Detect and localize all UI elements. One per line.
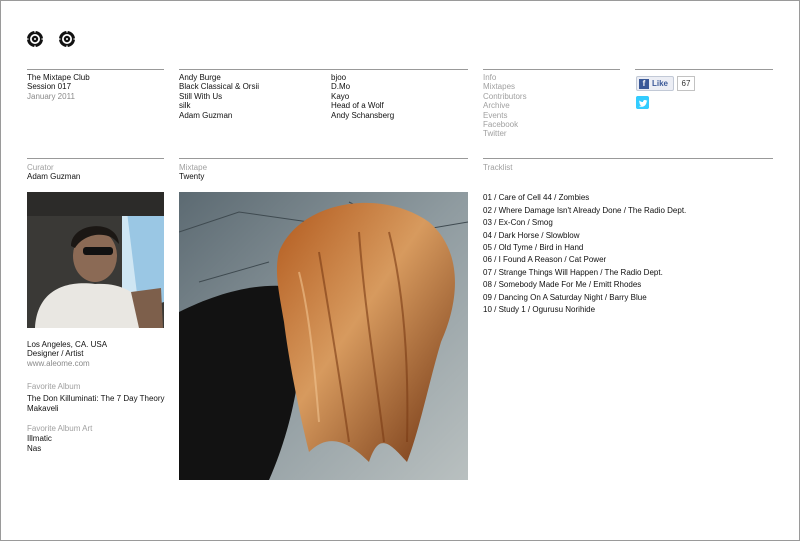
- mixtape-section: Mixtape Twenty: [179, 163, 207, 182]
- contributor-name[interactable]: Andy Schansberg: [331, 111, 394, 120]
- curator-heading: Curator: [27, 163, 54, 172]
- track-item[interactable]: 06 / I Found A Reason / Cat Power: [483, 254, 606, 266]
- main-nav: Info Mixtapes Contributors Archive Event…: [483, 73, 527, 139]
- track-item[interactable]: 10 / Study 1 / Ogurusu Norihide: [483, 304, 595, 316]
- like-label: Like: [652, 79, 669, 88]
- curator-photo: [27, 192, 164, 328]
- favorite-album-art-artist: Nas: [27, 443, 42, 453]
- divider: [27, 158, 164, 159]
- divider: [483, 69, 620, 70]
- facebook-like-button[interactable]: f Like: [636, 76, 674, 91]
- contributor-name[interactable]: Andy Burge: [179, 73, 259, 82]
- contributor-name[interactable]: bjoo: [331, 73, 394, 82]
- divider: [179, 69, 468, 70]
- divider: [27, 69, 164, 70]
- nav-item-twitter[interactable]: Twitter: [483, 129, 527, 138]
- contributor-name[interactable]: D.Mo: [331, 82, 394, 91]
- nav-item-mixtapes[interactable]: Mixtapes: [483, 82, 527, 91]
- contributors-column-1: Andy Burge Black Classical & Orsii Still…: [179, 73, 259, 120]
- track-item[interactable]: 03 / Ex-Con / Smog: [483, 217, 553, 229]
- like-count: 67: [677, 76, 695, 91]
- nav-item-info[interactable]: Info: [483, 73, 527, 82]
- contributor-name[interactable]: silk: [179, 101, 259, 110]
- favorite-album-heading: Favorite Album: [27, 382, 81, 391]
- favorite-album-section: Favorite Album The Don Killuminati: The …: [27, 382, 165, 413]
- twitter-icon[interactable]: [636, 96, 649, 109]
- divider: [635, 69, 773, 70]
- nav-item-events[interactable]: Events: [483, 111, 527, 120]
- divider: [483, 158, 773, 159]
- favorite-album-art-title: Illmatic: [27, 434, 52, 444]
- mixtape-title: Twenty: [179, 172, 205, 182]
- contributor-name[interactable]: Still With Us: [179, 92, 259, 101]
- track-item[interactable]: 02 / Where Damage Isn't Already Done / T…: [483, 205, 686, 217]
- favorite-album-artist: Makaveli: [27, 403, 59, 413]
- contributor-name[interactable]: Head of a Wolf: [331, 101, 394, 110]
- facebook-icon: f: [639, 78, 649, 89]
- track-item[interactable]: 07 / Strange Things Will Happen / The Ra…: [483, 267, 663, 279]
- favorite-album-title: The Don Killuminati: The 7 Day Theory: [27, 394, 165, 404]
- divider: [179, 158, 468, 159]
- tracklist-heading: Tracklist: [483, 163, 513, 172]
- contributors-column-2: bjoo D.Mo Kayo Head of a Wolf Andy Schan…: [331, 73, 394, 120]
- mixtape-cover-image[interactable]: [179, 192, 468, 480]
- track-item[interactable]: 08 / Somebody Made For Me / Emitt Rhodes: [483, 279, 641, 291]
- curator-website-link[interactable]: www.aleome.com: [27, 359, 107, 368]
- nav-item-archive[interactable]: Archive: [483, 101, 527, 110]
- vinyl-icon[interactable]: [26, 30, 44, 48]
- track-item[interactable]: 01 / Care of Cell 44 / Zombies: [483, 192, 589, 204]
- session-date: January 2011: [27, 91, 75, 101]
- track-item[interactable]: 09 / Dancing On A Saturday Night / Barry…: [483, 292, 647, 304]
- contributor-name[interactable]: Adam Guzman: [179, 111, 259, 120]
- curator-section: Curator Adam Guzman: [27, 163, 80, 182]
- nav-item-facebook[interactable]: Facebook: [483, 120, 527, 129]
- curator-location: Los Angeles, CA. USA: [27, 340, 108, 349]
- track-item[interactable]: 04 / Dark Horse / Slowblow: [483, 230, 579, 242]
- club-name: The Mixtape Club: [27, 73, 90, 82]
- contributor-name[interactable]: Black Classical & Orsii: [179, 82, 259, 91]
- favorite-album-art-heading: Favorite Album Art: [27, 424, 93, 433]
- mixtape-heading: Mixtape: [179, 163, 208, 172]
- session-number: Session 017: [27, 82, 72, 92]
- nav-item-contributors[interactable]: Contributors: [483, 92, 527, 101]
- track-item[interactable]: 05 / Old Tyme / Bird in Hand: [483, 242, 583, 254]
- contributor-name[interactable]: Kayo: [331, 92, 394, 101]
- session-info: The Mixtape Club Session 017 January 201…: [27, 73, 90, 101]
- favorite-album-art-section: Favorite Album Art Illmatic Nas: [27, 424, 92, 453]
- curator-name[interactable]: Adam Guzman: [27, 172, 80, 181]
- curator-details: Los Angeles, CA. USA Designer / Artist w…: [27, 340, 107, 368]
- curator-role: Designer / Artist: [27, 349, 84, 359]
- vinyl-icon[interactable]: [58, 30, 76, 48]
